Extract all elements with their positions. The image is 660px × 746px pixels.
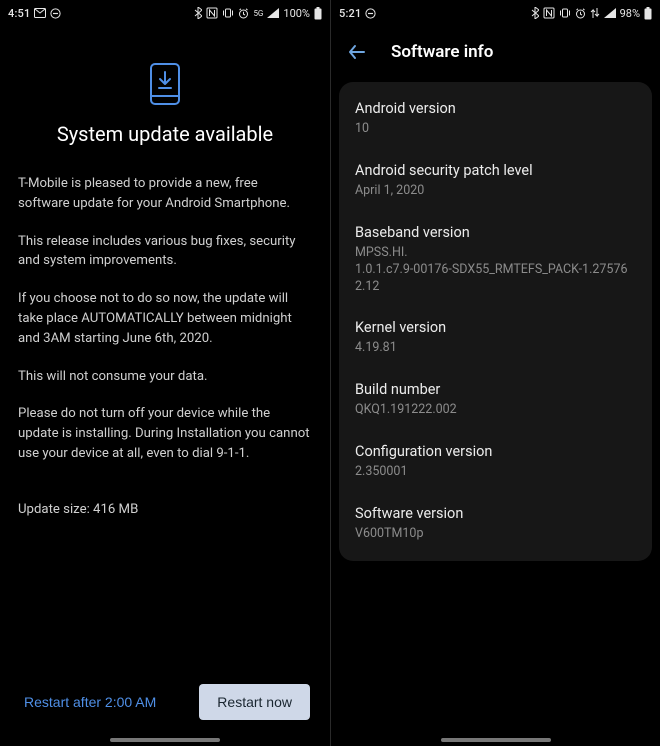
- nfc-icon: [543, 7, 555, 19]
- restart-now-button[interactable]: Restart now: [199, 684, 310, 720]
- software-info-panel: Android version 10 Android security patc…: [339, 82, 652, 561]
- update-size-text: Update size: 416 MB: [18, 502, 312, 517]
- network-5g-icon: 5G: [253, 9, 263, 18]
- info-label: Build number: [355, 381, 636, 398]
- info-label: Baseband version: [355, 224, 636, 241]
- update-content: System update available T-Mobile is plea…: [0, 26, 330, 738]
- status-bar-right: 5G 100%: [194, 7, 322, 20]
- bluetooth-icon: [531, 7, 539, 19]
- update-paragraph: If you choose not to do so now, the upda…: [18, 289, 312, 348]
- update-paragraph: This release includes various bug fixes,…: [18, 232, 312, 272]
- update-icon-wrap: [18, 62, 312, 106]
- bluetooth-icon: [194, 7, 202, 19]
- signal-icon: [604, 8, 616, 18]
- do-not-disturb-icon: [50, 8, 61, 19]
- battery-text: 98%: [620, 7, 640, 20]
- info-row-security-patch[interactable]: Android security patch level April 1, 20…: [339, 150, 652, 212]
- update-body: T-Mobile is pleased to provide a new, fr…: [18, 174, 312, 482]
- spacer: [331, 561, 660, 738]
- status-bar-right: 98%: [531, 7, 652, 20]
- vibrate-icon: [222, 8, 234, 18]
- info-value: QKQ1.191222.002: [355, 402, 636, 419]
- info-row-kernel-version[interactable]: Kernel version 4.19.81: [339, 307, 652, 369]
- info-label: Kernel version: [355, 319, 636, 336]
- alarm-icon: [575, 8, 586, 19]
- info-row-android-version[interactable]: Android version 10: [339, 88, 652, 150]
- gesture-nav-pill[interactable]: [441, 738, 551, 742]
- do-not-disturb-icon: [365, 8, 376, 19]
- info-row-build-number[interactable]: Build number QKQ1.191222.002: [339, 369, 652, 431]
- info-value: MPSS.HI. 1.0.1.c7.9-00176-SDX55_RMTEFS_P…: [355, 245, 636, 296]
- info-label: Android version: [355, 100, 636, 117]
- header-title: Software info: [391, 42, 493, 62]
- system-update-screen: 4:51 5G 100%: [0, 0, 330, 746]
- battery-icon: [314, 7, 322, 20]
- battery-icon: [644, 7, 652, 20]
- download-phone-icon: [148, 62, 182, 106]
- info-value: 2.350001: [355, 464, 636, 481]
- status-bar-left: 5:21: [339, 7, 376, 20]
- alarm-icon: [238, 8, 249, 19]
- info-label: Android security patch level: [355, 162, 636, 179]
- data-icon: [590, 7, 600, 19]
- status-bar: 5:21 98%: [331, 0, 660, 26]
- mail-icon: [34, 8, 46, 18]
- info-label: Software version: [355, 505, 636, 522]
- update-paragraph: This will not consume your data.: [18, 367, 312, 387]
- clock-text: 4:51: [8, 7, 30, 20]
- clock-text: 5:21: [339, 7, 361, 20]
- info-row-configuration-version[interactable]: Configuration version 2.350001: [339, 431, 652, 493]
- software-info-screen: 5:21 98%: [330, 0, 660, 746]
- app-header: Software info: [331, 26, 660, 82]
- update-paragraph: Please do not turn off your device while…: [18, 404, 312, 463]
- status-bar-left: 4:51: [8, 7, 61, 20]
- status-bar: 4:51 5G 100%: [0, 0, 330, 26]
- info-row-software-version[interactable]: Software version V600TM10p: [339, 493, 652, 555]
- info-value: April 1, 2020: [355, 183, 636, 200]
- info-value: 4.19.81: [355, 340, 636, 357]
- update-footer: Restart after 2:00 AM Restart now: [18, 670, 312, 738]
- info-value: V600TM10p: [355, 526, 636, 543]
- vibrate-icon: [559, 8, 571, 18]
- battery-text: 100%: [283, 7, 310, 20]
- info-label: Configuration version: [355, 443, 636, 460]
- gesture-nav-pill[interactable]: [110, 738, 220, 742]
- info-row-baseband-version[interactable]: Baseband version MPSS.HI. 1.0.1.c7.9-001…: [339, 212, 652, 308]
- restart-after-button[interactable]: Restart after 2:00 AM: [20, 688, 160, 716]
- nfc-icon: [206, 7, 218, 19]
- back-button[interactable]: [343, 38, 371, 66]
- info-value: 10: [355, 121, 636, 138]
- page-title: System update available: [18, 122, 312, 146]
- signal-icon: [267, 8, 279, 18]
- update-paragraph: T-Mobile is pleased to provide a new, fr…: [18, 174, 312, 214]
